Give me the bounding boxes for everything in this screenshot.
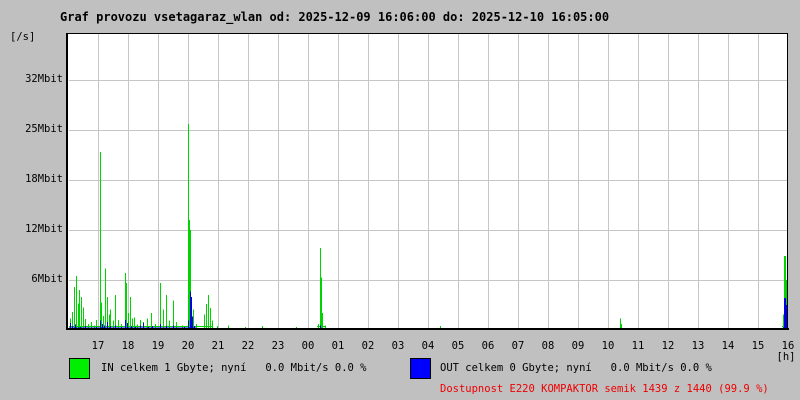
x-tick-label: 01 — [331, 340, 345, 352]
legend-in-swatch — [69, 358, 90, 379]
x-tick-label: 23 — [271, 340, 285, 352]
y-tick-label: 12Mbit — [25, 223, 63, 235]
x-tick-label: 14 — [721, 340, 735, 352]
legend-in-label: IN celkem 1 Gbyte; nyní 0.0 Mbit/s 0.0 % — [101, 362, 367, 374]
x-tick-label: 02 — [361, 340, 375, 352]
x-tick-label: 13 — [691, 340, 705, 352]
x-tick-label: 10 — [601, 340, 615, 352]
traffic-graph-page: Graf provozu vsetagaraz_wlan od: 2025-12… — [0, 0, 800, 400]
x-tick-label: 03 — [391, 340, 405, 352]
x-axis-unit-label: [h] — [776, 351, 796, 363]
x-tick-label: 20 — [181, 340, 195, 352]
x-tick-label: 19 — [151, 340, 165, 352]
x-tick-label: 00 — [301, 340, 315, 352]
x-tick-label: 04 — [421, 340, 435, 352]
x-tick-label: 09 — [571, 340, 585, 352]
x-tick-label: 06 — [481, 340, 495, 352]
x-tick-label: 05 — [451, 340, 465, 352]
y-tick-label: 18Mbit — [25, 173, 63, 185]
x-tick-label: 22 — [241, 340, 255, 352]
legend-out-swatch — [410, 358, 431, 379]
x-tick-label: 08 — [541, 340, 555, 352]
x-tick-label: 18 — [121, 340, 135, 352]
y-tick-label: 6Mbit — [31, 273, 63, 285]
x-tick-label: 12 — [661, 340, 675, 352]
x-tick-label: 21 — [211, 340, 225, 352]
y-tick-label: 25Mbit — [25, 123, 63, 135]
availability-text: Dostupnost E220 KOMPAKTOR semik 1439 z 1… — [440, 383, 769, 395]
x-tick-label: 11 — [631, 340, 645, 352]
x-tick-label: 17 — [91, 340, 105, 352]
legend-out-label: OUT celkem 0 Gbyte; nyní 0.0 Mbit/s 0.0 … — [440, 362, 712, 374]
x-tick-label: 07 — [511, 340, 525, 352]
y-tick-label: 32Mbit — [25, 73, 63, 85]
